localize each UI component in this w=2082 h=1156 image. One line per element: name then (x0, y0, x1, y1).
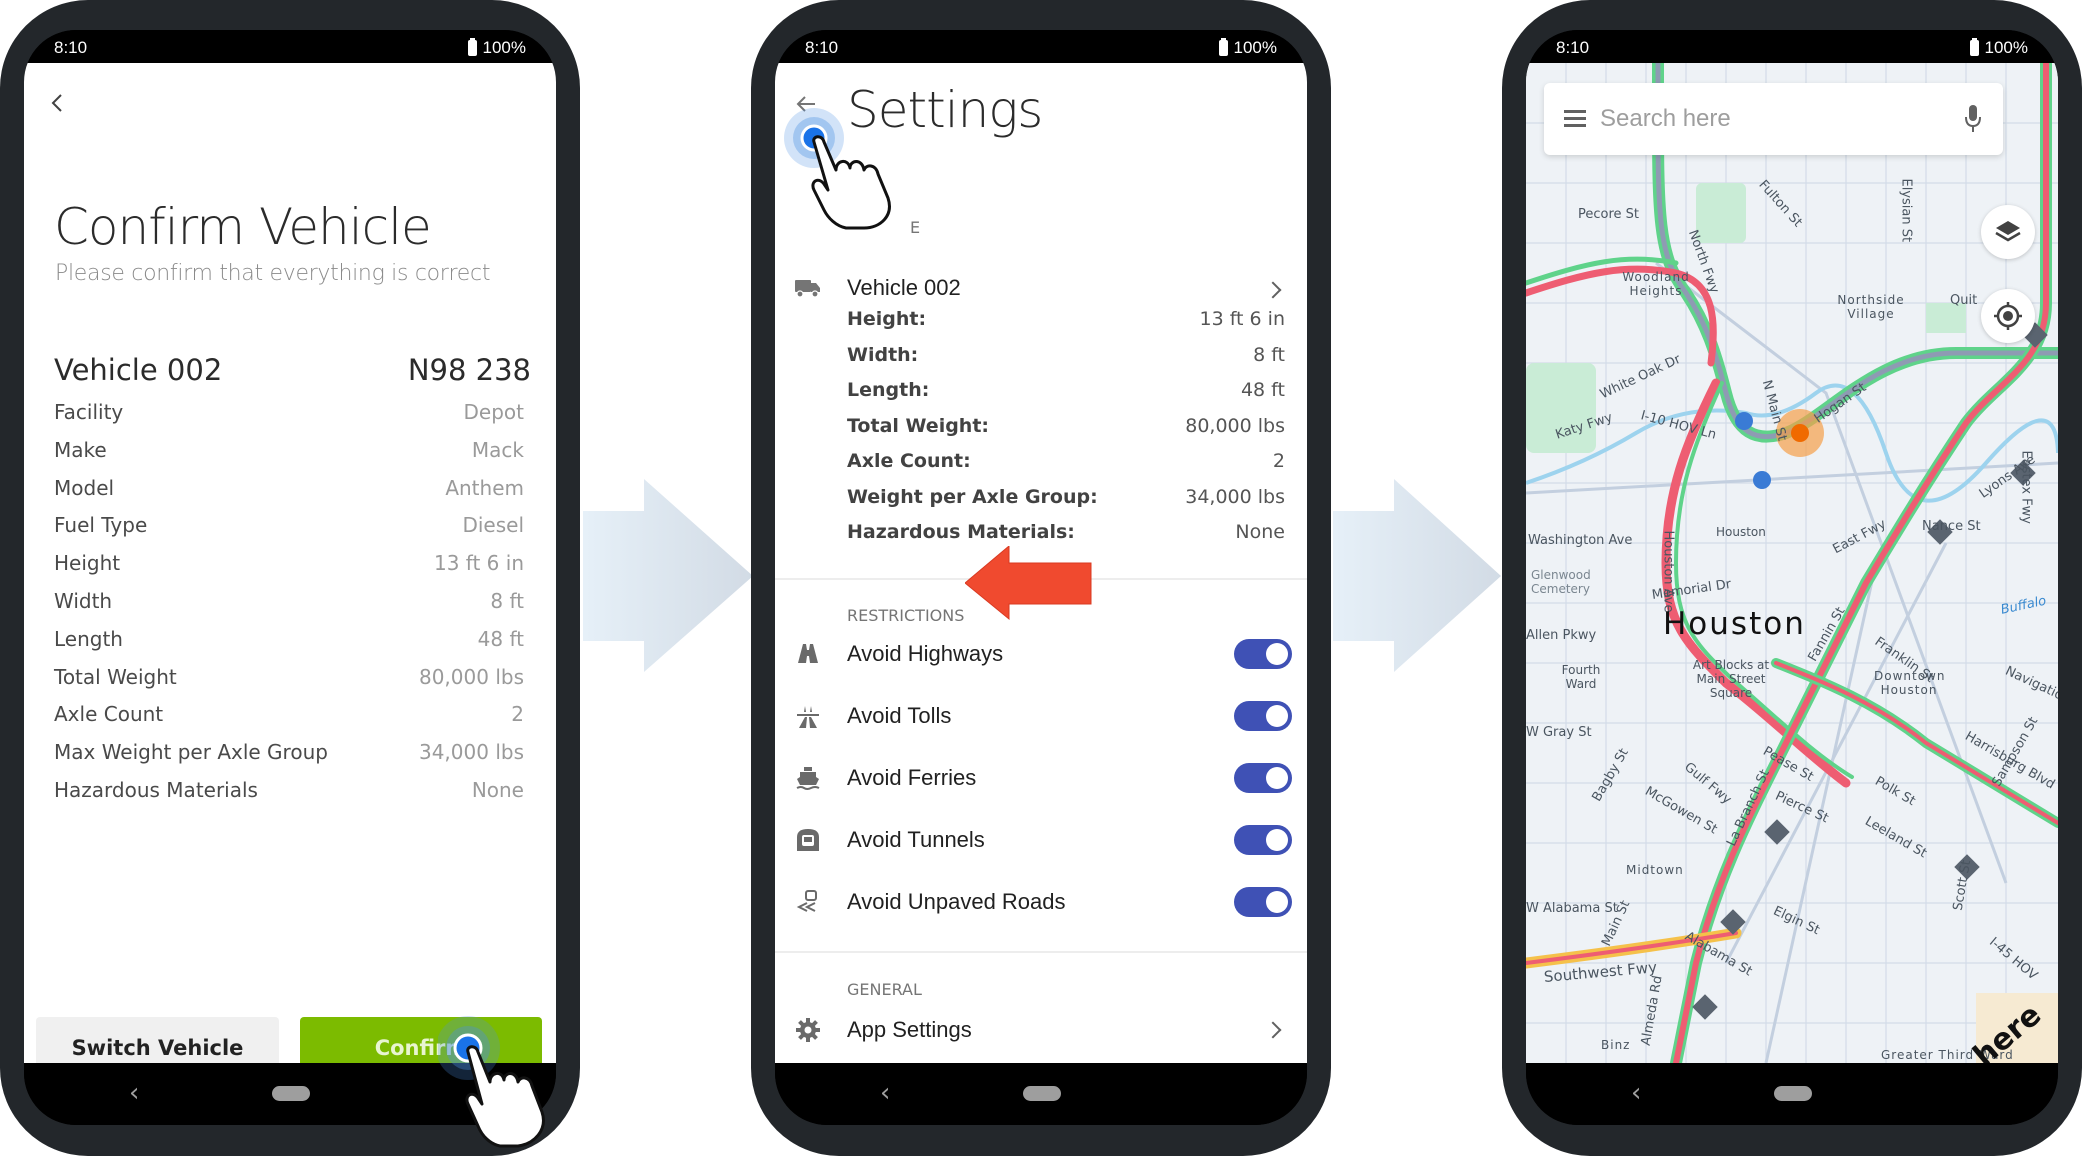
phone-settings: 8:10 100% Settings E Vehicle 002 Height:… (751, 0, 1331, 1156)
detail-row: Total Weight 80,000 lbs (54, 664, 524, 689)
flow-arrow-icon (1333, 479, 1501, 672)
restriction-item-unpaved[interactable]: Avoid Unpaved Roads (775, 877, 1307, 927)
hamburger-menu-icon[interactable] (1564, 110, 1586, 127)
detail-row: Width 8 ft (54, 588, 524, 613)
vehicle-specs-list: Height: 13 ft 6 in Width: 8 ft Length: 48 f… (847, 308, 1285, 557)
nav-home-icon[interactable] (1023, 1086, 1061, 1101)
spec-row: Weight per Axle Group: 34,000 lbs (847, 485, 1285, 508)
phone-screen: 8:10 100% Confirm Vehicle Please confirm… (24, 30, 556, 1125)
page-title: Settings (847, 81, 1043, 139)
spec-row: Total Weight: 80,000 lbs (847, 414, 1285, 437)
phone-screen: 8:10 100% Settings E Vehicle 002 Height:… (775, 30, 1307, 1125)
battery-icon (467, 38, 477, 56)
nav-back-icon[interactable]: ‹ (129, 1078, 139, 1108)
status-time: 8:10 (54, 38, 88, 57)
my-location-button[interactable] (1981, 289, 2035, 343)
status-time: 8:10 (805, 38, 839, 57)
ferry-icon (796, 767, 820, 790)
ferries-toggle[interactable] (1234, 763, 1292, 793)
status-bar: 8:10 100% (775, 30, 1307, 63)
confirm-button[interactable]: Confirm (300, 1017, 542, 1063)
section-header-general: GENERAL (847, 980, 922, 999)
tolls-toggle[interactable] (1234, 701, 1292, 731)
battery-icon (1218, 38, 1228, 56)
chevron-right-icon (1264, 1021, 1282, 1039)
detail-row: Make Mack (54, 437, 524, 462)
tunnel-icon (797, 829, 819, 851)
detail-row: Axle Count 2 (54, 702, 524, 727)
detail-row: Hazardous Materials None (54, 777, 524, 802)
back-chevron-icon[interactable] (46, 91, 70, 115)
toll-road-icon (797, 706, 819, 728)
battery-level: 100% (482, 38, 526, 57)
flow-arrow-icon (583, 479, 753, 672)
app-settings-item[interactable]: App Settings (775, 1005, 1307, 1055)
android-nav-bar: ‹ (775, 1063, 1307, 1125)
battery-level: 100% (1233, 38, 1277, 57)
status-time: 8:10 (1556, 38, 1590, 57)
unpaved-road-icon (796, 890, 817, 912)
map-canvas[interactable]: Pecore St Fulton St Elysian St Woodland … (1526, 63, 2058, 1063)
nav-back-icon[interactable]: ‹ (880, 1078, 890, 1108)
settings-screen: Settings E Vehicle 002 Height: 13 ft 6 in… (775, 63, 1307, 1063)
detail-row: Facility Depot (54, 400, 524, 424)
vehicle-plate: N98 238 (407, 353, 531, 387)
section-header-restrictions: RESTRICTIONS (847, 606, 965, 625)
vehicle-details-list: Facility Depot Make Mack Model Anthem Fuel … (54, 400, 524, 816)
highways-toggle[interactable] (1234, 639, 1292, 669)
highway-icon (798, 644, 818, 663)
battery-level: 100% (1984, 38, 2028, 57)
restriction-item-tunnels[interactable]: Avoid Tunnels (775, 815, 1307, 865)
nav-back-icon[interactable]: ‹ (1631, 1078, 1641, 1108)
layers-icon (1995, 221, 2021, 242)
detail-row: Height 13 ft 6 in (54, 551, 524, 576)
search-bar[interactable]: Search here (1544, 83, 2003, 155)
section-divider (775, 951, 1307, 953)
phone-screen: 8:10 100% Pecore St Fulton St Elysian St… (1526, 30, 2058, 1125)
phone-map: 8:10 100% Pecore St Fulton St Elysian St… (1502, 0, 2082, 1156)
vehicle-header: Vehicle 002 N98 238 (54, 353, 531, 387)
search-input[interactable]: Search here (1600, 105, 1731, 133)
android-nav-bar: ‹ (24, 1063, 556, 1125)
app-settings-label: App Settings (847, 1017, 972, 1042)
status-bar: 8:10 100% (1526, 30, 2058, 63)
spec-row: Axle Count: 2 (847, 450, 1285, 472)
detail-row: Max Weight per Axle Group 34,000 lbs (54, 740, 524, 765)
phone-confirm-vehicle: 8:10 100% Confirm Vehicle Please confirm… (0, 0, 580, 1156)
truck-icon (795, 280, 820, 298)
microphone-icon[interactable] (1965, 105, 1981, 133)
switch-vehicle-button[interactable]: Switch Vehicle (36, 1017, 279, 1063)
spec-row: Height: 13 ft 6 in (847, 308, 1285, 330)
vehicle-settings-item[interactable]: Vehicle 002 (775, 268, 1307, 312)
annotation-arrow-icon (965, 546, 1092, 621)
detail-row: Model Anthem (54, 475, 524, 500)
map-layers-button[interactable] (1981, 205, 2035, 259)
crosshair-icon (1994, 302, 2022, 330)
page-title: Confirm Vehicle (54, 198, 432, 256)
battery-icon (1969, 38, 1979, 56)
restriction-item-tolls[interactable]: Avoid Tolls (775, 691, 1307, 741)
unpaved-toggle[interactable] (1234, 887, 1292, 917)
gear-icon (796, 1018, 820, 1042)
section-header-vehicle: E (910, 218, 921, 237)
status-bar: 8:10 100% (24, 30, 556, 63)
spec-row: Length: 48 ft (847, 379, 1285, 401)
android-nav-bar: ‹ (1526, 1063, 2058, 1125)
spec-row: Width: 8 ft (847, 343, 1285, 366)
chevron-right-icon (1264, 281, 1282, 299)
tunnels-toggle[interactable] (1234, 825, 1292, 855)
back-arrow-icon[interactable] (793, 91, 819, 117)
detail-row: Length 48 ft (54, 626, 524, 651)
nav-home-icon[interactable] (1774, 1086, 1812, 1101)
restriction-item-highways[interactable]: Avoid Highways (775, 629, 1307, 679)
confirm-vehicle-screen: Confirm Vehicle Please confirm that ever… (24, 63, 556, 1063)
vehicle-item-label: Vehicle 002 (847, 275, 961, 300)
vehicle-name: Vehicle 002 (54, 353, 223, 387)
city-label: Houston (1663, 606, 1806, 642)
nav-home-icon[interactable] (272, 1086, 310, 1101)
map-screen: Pecore St Fulton St Elysian St Woodland … (1526, 63, 2058, 1063)
page-subtitle: Please confirm that everything is correc… (55, 261, 491, 286)
detail-row: Fuel Type Diesel (54, 513, 524, 538)
restriction-item-ferries[interactable]: Avoid Ferries (775, 753, 1307, 803)
